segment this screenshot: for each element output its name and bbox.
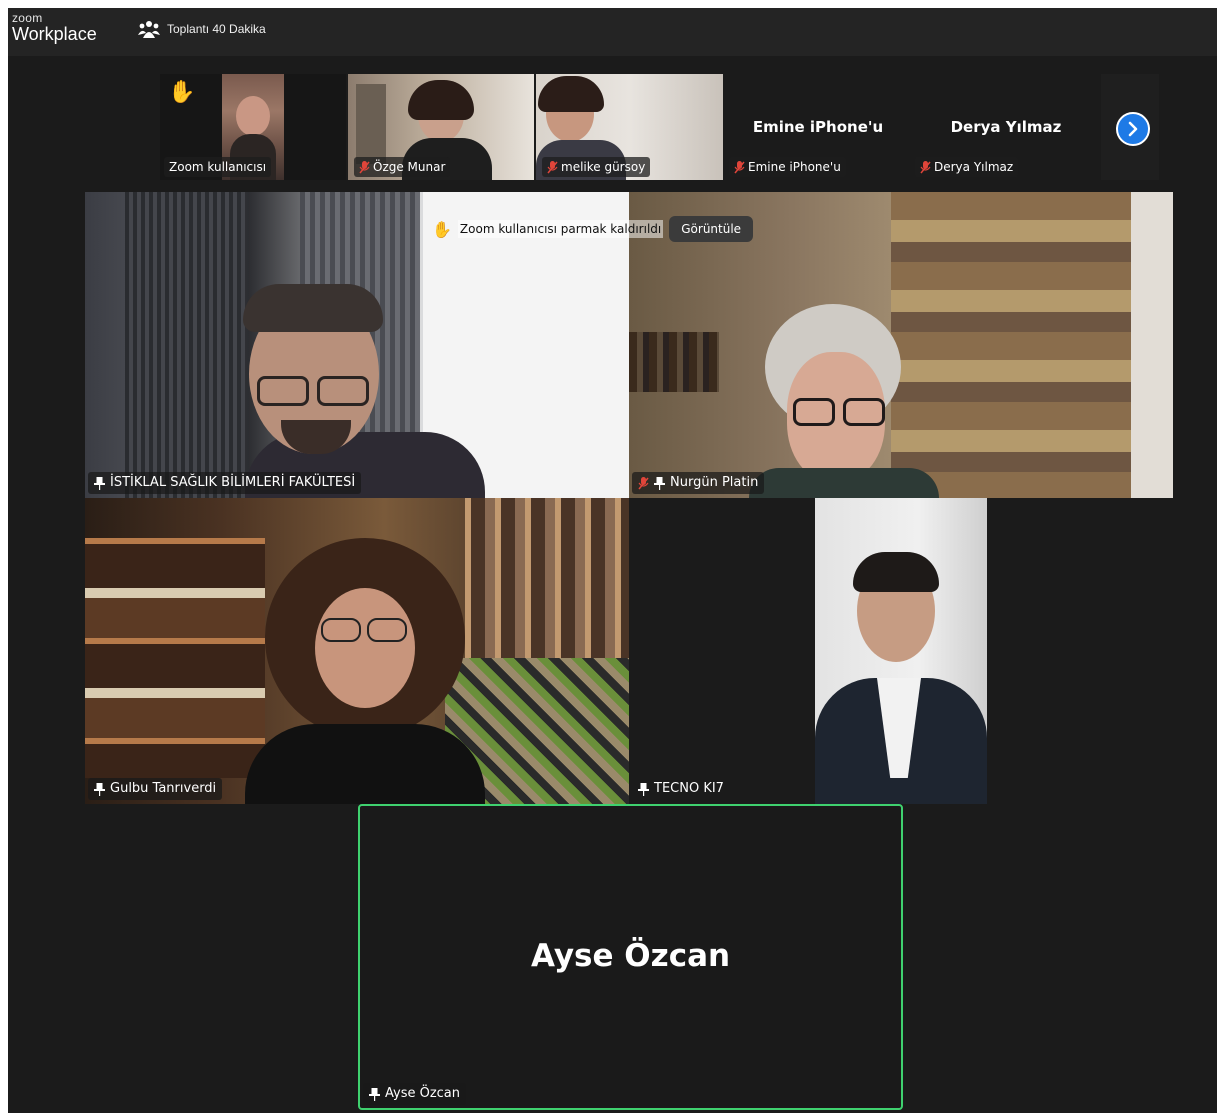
participant-name: Emine iPhone'u [748, 160, 841, 174]
raised-hand-text: Zoom kullanıcısı parmak kaldırıldı [457, 220, 664, 238]
filmstrip-tile-melike-gursoy[interactable]: melike gürsoy [536, 74, 723, 180]
participant-name-label: Zoom kullanıcısı [164, 157, 272, 177]
participant-name: Zoom kullanıcısı [169, 160, 267, 174]
raised-hand-notification: ✋ Zoom kullanıcısı parmak kaldırıldı Gör… [432, 213, 754, 245]
raised-hand-icon: ✋ [432, 219, 452, 239]
pin-icon [94, 782, 105, 796]
muted-mic-icon [547, 160, 558, 173]
participant-name: Ayse Özcan [385, 1086, 461, 1101]
filmstrip-tile-emine-iphone[interactable]: Emine iPhone'u Emine iPhone'u [725, 74, 911, 180]
participant-name-label: İSTİKLAL SAĞLIK BİLİMLERİ FAKÜLTESİ [88, 472, 362, 494]
participant-name-label: Derya Yılmaz [915, 157, 1019, 177]
participant-name: Özge Munar [373, 160, 446, 174]
participant-name-label: melike gürsoy [542, 157, 651, 177]
participant-video [815, 498, 987, 804]
active-speaker-name: Ayse Özcan [530, 938, 731, 974]
zoom-window: zoom Workplace Toplantı 40 Dakika ✋ Zoom… [8, 8, 1217, 1113]
participant-name: Derya Yılmaz [934, 160, 1014, 174]
raised-hand-icon: ✋ [168, 80, 196, 105]
meeting-title: Toplantı 40 Dakika [167, 22, 266, 36]
logo-workplace-text: Workplace [12, 24, 97, 44]
zoom-workplace-logo: zoom Workplace [12, 12, 97, 43]
participant-name: Gulbu Tanrıverdi [110, 781, 217, 796]
muted-mic-icon [638, 476, 649, 489]
participant-name-label: Ayse Özcan [363, 1083, 467, 1105]
muted-mic-icon [920, 160, 931, 173]
filmstrip-tile-ozge-munar[interactable]: Özge Munar [348, 74, 534, 180]
muted-mic-icon [359, 160, 370, 173]
chevron-right-icon [1128, 121, 1138, 137]
participant-video [85, 498, 629, 804]
pin-icon [369, 1087, 380, 1101]
participant-name: TECNO KI7 [654, 781, 724, 796]
pin-icon [654, 476, 665, 490]
participant-name-label: Emine iPhone'u [729, 157, 846, 177]
pin-icon [94, 476, 105, 490]
participant-name-label: Gulbu Tanrıverdi [88, 778, 223, 800]
video-tile-gulbu-tanriverdi[interactable]: Gulbu Tanrıverdi [85, 498, 629, 804]
participant-display-name: Derya Yılmaz [950, 118, 1062, 136]
view-button[interactable]: Görüntüle [669, 216, 754, 242]
logo-zoom-text: zoom [12, 11, 43, 25]
participant-name-label: TECNO KI7 [632, 778, 730, 800]
muted-mic-icon [734, 160, 745, 173]
participants-icon [138, 21, 160, 38]
participant-display-name: Emine iPhone'u [752, 118, 884, 136]
active-speaker-tile[interactable]: Ayse Özcan Ayse Özcan [358, 804, 903, 1110]
title-bar: zoom Workplace Toplantı 40 Dakika [8, 8, 1217, 56]
video-tile-tecno-ki7[interactable]: TECNO KI7 [629, 498, 1173, 804]
filmstrip-tile-derya-yilmaz[interactable]: Derya Yılmaz Derya Yılmaz [913, 74, 1099, 180]
filmstrip-tile-zoom-user[interactable]: ✋ Zoom kullanıcısı [160, 74, 346, 180]
participant-name-label: Nurgün Platin [632, 472, 765, 494]
participant-name: Nurgün Platin [670, 475, 759, 490]
pin-icon [638, 782, 649, 796]
filmstrip-next-button[interactable] [1116, 112, 1150, 146]
participant-name-label: Özge Munar [354, 157, 451, 177]
participant-name: İSTİKLAL SAĞLIK BİLİMLERİ FAKÜLTESİ [110, 475, 356, 490]
participant-name: melike gürsoy [561, 160, 646, 174]
